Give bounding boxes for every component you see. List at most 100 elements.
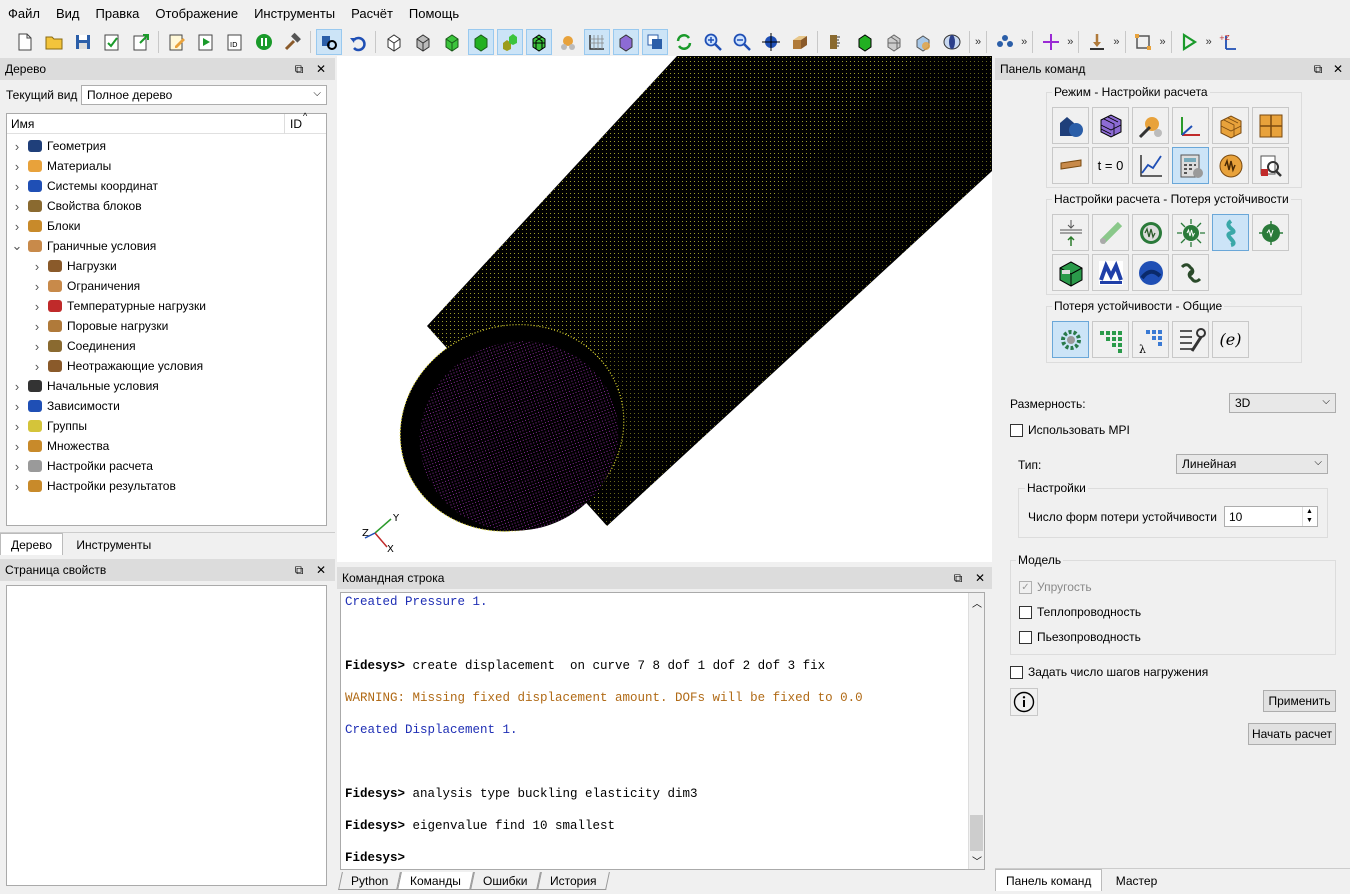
tree-item[interactable]: › Настройки расчета — [11, 456, 153, 476]
hidden-line-cube-icon[interactable] — [410, 29, 436, 55]
chevron-right-icon[interactable]: › — [11, 399, 23, 414]
mesh-mode-icon[interactable] — [1092, 107, 1129, 144]
undock-icon[interactable]: ⧉ — [951, 571, 965, 585]
undock-icon[interactable]: ⧉ — [292, 62, 306, 76]
dependencies-mode-icon[interactable] — [1132, 147, 1169, 184]
undo-icon[interactable] — [345, 29, 371, 55]
toolbar-overflow-4-icon[interactable]: » — [1113, 36, 1119, 48]
chevron-right-icon[interactable]: › — [31, 299, 43, 314]
grid-axes-icon[interactable] — [583, 29, 610, 55]
toolbar-overflow-2-icon[interactable]: » — [1021, 36, 1027, 48]
pause-icon[interactable] — [251, 29, 277, 55]
refresh-icon[interactable] — [671, 29, 697, 55]
tree-item[interactable]: › Начальные условия — [11, 376, 159, 396]
spring-icon[interactable] — [1092, 214, 1129, 251]
undock-icon[interactable]: ⧉ — [1311, 62, 1325, 76]
scroll-thumb[interactable] — [970, 815, 983, 851]
tree-item[interactable]: › Зависимости — [11, 396, 120, 416]
wireframe-cube-icon[interactable] — [381, 29, 407, 55]
spin-arrows-icon[interactable]: ▲ ▼ — [1302, 507, 1316, 526]
wave-arrows-icon[interactable] — [1172, 214, 1209, 251]
materials-icon[interactable] — [555, 29, 581, 55]
tab-wizard[interactable]: Мастер — [1106, 870, 1168, 892]
tree-item[interactable]: › Температурные нагрузки — [31, 296, 206, 316]
edit-script-icon[interactable] — [164, 29, 190, 55]
tree-item[interactable]: › Блоки — [11, 216, 81, 236]
smooth-shaded-cube-icon[interactable] — [467, 29, 494, 55]
eigenvalue-lambda-icon[interactable]: λ — [1132, 321, 1169, 358]
materials-mode-icon[interactable] — [1132, 107, 1169, 144]
current-view-select[interactable]: Полное дерево ⌵ — [81, 85, 327, 105]
solver-settings-icon[interactable] — [1172, 321, 1209, 358]
chevron-right-icon[interactable]: › — [31, 339, 43, 354]
tree-item[interactable]: › Настройки результатов — [11, 476, 176, 496]
open-folder-icon[interactable] — [41, 29, 67, 55]
tree-item[interactable]: › Соединения — [31, 336, 136, 356]
automechanics-icon[interactable] — [1092, 254, 1129, 291]
chevron-right-icon[interactable]: › — [11, 179, 23, 194]
dimension-select[interactable]: 3D ⌵ — [1229, 393, 1336, 413]
tree-item[interactable]: › Поровые нагрузки — [31, 316, 169, 336]
hammer-icon[interactable] — [280, 29, 306, 55]
close-icon[interactable]: ✕ — [973, 571, 987, 585]
type-select[interactable]: Линейная ⌵ — [1176, 454, 1328, 474]
pick-mode-icon[interactable] — [315, 29, 342, 55]
gear-icon[interactable] — [1052, 321, 1089, 358]
sphere-section-icon[interactable] — [939, 29, 965, 55]
menu-file[interactable]: Файл — [0, 0, 48, 28]
analysis-settings-mode-icon[interactable] — [1172, 147, 1209, 184]
run-script-icon[interactable] — [193, 29, 219, 55]
command-input[interactable]: Fidesys> — [345, 851, 405, 865]
info-button[interactable] — [1010, 688, 1038, 716]
chevron-down-icon[interactable]: ⌄ — [11, 238, 23, 254]
tree-item[interactable]: › Нагрузки — [31, 256, 117, 276]
menu-help[interactable]: Помощь — [401, 0, 467, 28]
chevron-right-icon[interactable]: › — [11, 459, 23, 474]
results-mode-icon[interactable] — [1212, 147, 1249, 184]
tree-item[interactable]: › Неотражающие условия — [31, 356, 203, 376]
tree-col-id[interactable]: ID — [290, 117, 302, 131]
tree-item[interactable]: › Ограничения — [31, 276, 140, 296]
new-file-icon[interactable] — [12, 29, 38, 55]
green-block-icon[interactable] — [852, 29, 878, 55]
zoom-out-icon[interactable] — [729, 29, 755, 55]
chain-icon[interactable] — [1172, 254, 1209, 291]
tab-errors[interactable]: Ошибки — [470, 872, 541, 890]
chevron-right-icon[interactable]: › — [11, 199, 23, 214]
expression-icon[interactable]: (e) — [1212, 321, 1249, 358]
boundary-mode-icon[interactable] — [1052, 147, 1089, 184]
clipping-icon[interactable] — [641, 29, 668, 55]
initial-conditions-mode-icon[interactable]: t = 0 — [1092, 147, 1129, 184]
load-steps-checkbox[interactable] — [1010, 665, 1023, 679]
fit-all-icon[interactable] — [758, 29, 784, 55]
fixed-support-icon[interactable] — [1052, 214, 1089, 251]
tab-commands[interactable]: Команды — [397, 872, 475, 890]
id-icon[interactable]: ID — [222, 29, 248, 55]
chevron-right-icon[interactable]: › — [31, 319, 43, 334]
tree-item[interactable]: › Множества — [11, 436, 109, 456]
geometry-mode-icon[interactable] — [1052, 107, 1089, 144]
chevron-right-icon[interactable]: › — [11, 139, 23, 154]
export-icon[interactable] — [128, 29, 154, 55]
chevron-right-icon[interactable]: › — [11, 419, 23, 434]
zoom-in-icon[interactable] — [700, 29, 726, 55]
tree-item[interactable]: › Свойства блоков — [11, 196, 142, 216]
use-mpi-checkbox[interactable] — [1010, 423, 1023, 437]
chevron-right-icon[interactable]: › — [11, 379, 23, 394]
shaded-cube-icon[interactable] — [439, 29, 465, 55]
chevron-right-icon[interactable]: › — [31, 279, 43, 294]
blocks-mode-icon[interactable] — [1212, 107, 1249, 144]
sets-mode-icon[interactable] — [1252, 107, 1289, 144]
save-icon[interactable] — [70, 29, 96, 55]
start-analysis-button[interactable]: Начать расчет — [1248, 723, 1336, 745]
scroll-down-icon[interactable]: ﹀ — [972, 853, 982, 868]
close-icon[interactable]: ✕ — [1331, 62, 1345, 76]
num-modes-spinbox[interactable]: 10 ▲ ▼ — [1224, 506, 1318, 527]
tree-item[interactable]: › Системы координат — [11, 176, 158, 196]
toolbar-overflow-1-icon[interactable]: » — [975, 36, 981, 48]
chevron-right-icon[interactable]: › — [11, 439, 23, 454]
ruler-icon[interactable] — [823, 29, 849, 55]
tab-tools[interactable]: Инструменты — [66, 534, 161, 556]
apply-button[interactable]: Применить — [1263, 690, 1336, 712]
menu-display[interactable]: Отображение — [147, 0, 246, 28]
